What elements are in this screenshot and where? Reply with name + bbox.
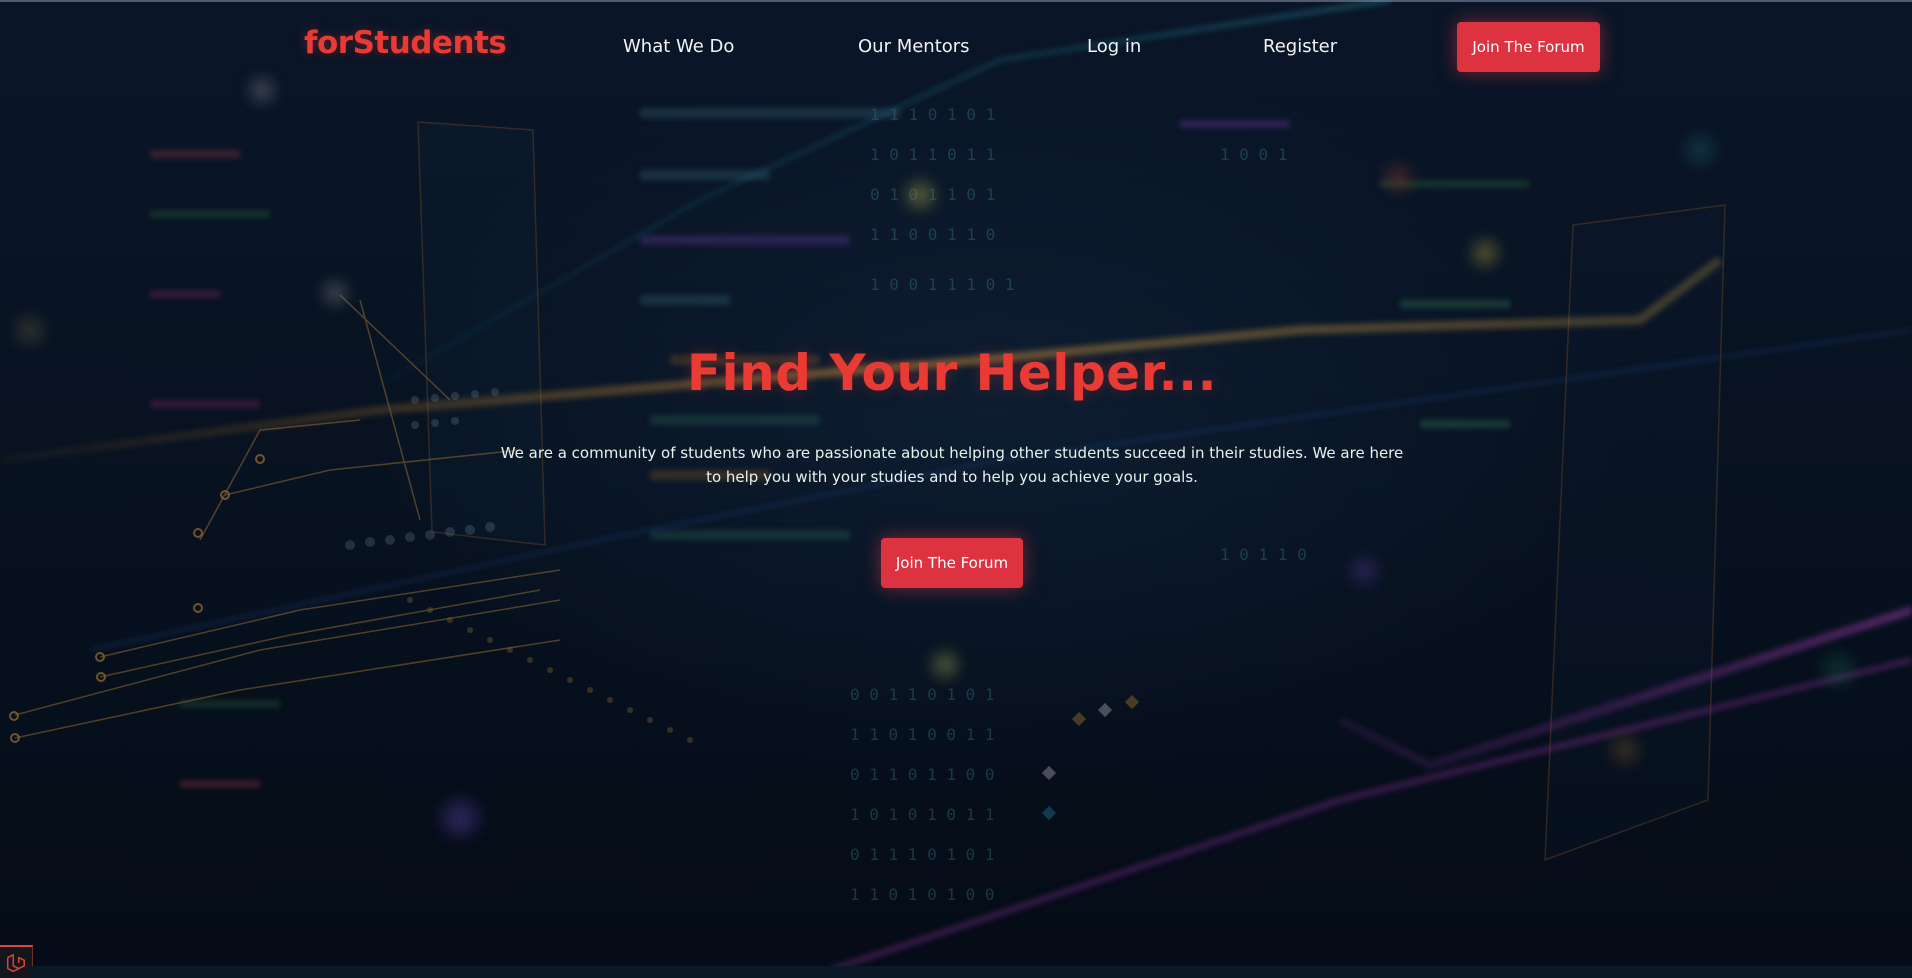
top-navbar: forStudents What We Do Our Mentors Log i… [0, 0, 1912, 92]
svg-text:0 1 1 1 0 1 0 1: 0 1 1 1 0 1 0 1 [850, 845, 995, 864]
brand-logo-link[interactable]: forStudents [304, 25, 507, 61]
bottom-scroll-strip [32, 966, 1912, 978]
hero-join-forum-button[interactable]: Join The Forum [881, 538, 1023, 588]
svg-text:0 1 1 0 1 1 0 0: 0 1 1 0 1 1 0 0 [850, 765, 995, 784]
nav-link-log-in[interactable]: Log in [1087, 36, 1141, 57]
svg-text:1 0 1 1 0 1 1: 1 0 1 1 0 1 1 [870, 145, 995, 164]
svg-text:1 0 1 0 1 0 1 1: 1 0 1 0 1 0 1 1 [850, 805, 995, 824]
svg-text:0 0 1 1 0 1 0 1: 0 0 1 1 0 1 0 1 [850, 685, 995, 704]
svg-text:1 0 0 1: 1 0 0 1 [1220, 145, 1287, 164]
laravel-icon [0, 945, 33, 978]
hero-description: We are a community of students who are p… [500, 444, 1404, 486]
svg-text:1 1 0 1 0 0 1 1: 1 1 0 1 0 0 1 1 [850, 725, 995, 744]
nav-link-register[interactable]: Register [1263, 36, 1337, 57]
landing-page: 1 1 1 0 1 0 1 1 0 1 1 0 1 1 0 1 0 1 1 0 … [0, 0, 1912, 978]
background-circuit-art: 1 1 1 0 1 0 1 1 0 1 1 0 1 1 0 1 0 1 1 0 … [0, 0, 1912, 973]
svg-text:1 1 0 0 1 1 0: 1 1 0 0 1 1 0 [870, 225, 995, 244]
nav-join-forum-button[interactable]: Join The Forum [1457, 22, 1600, 72]
svg-text:1 0 1 1 0: 1 0 1 1 0 [1220, 545, 1307, 564]
hero-title: Find Your Helper... [686, 344, 1218, 402]
svg-text:1 0 0 1 1 1 0 1: 1 0 0 1 1 1 0 1 [870, 275, 1015, 294]
nav-link-our-mentors[interactable]: Our Mentors [858, 36, 970, 57]
nav-link-what-we-do[interactable]: What We Do [623, 36, 734, 57]
svg-text:1 1 0 1 0 1 0 0: 1 1 0 1 0 1 0 0 [850, 885, 995, 904]
laravel-glyph [7, 953, 25, 972]
